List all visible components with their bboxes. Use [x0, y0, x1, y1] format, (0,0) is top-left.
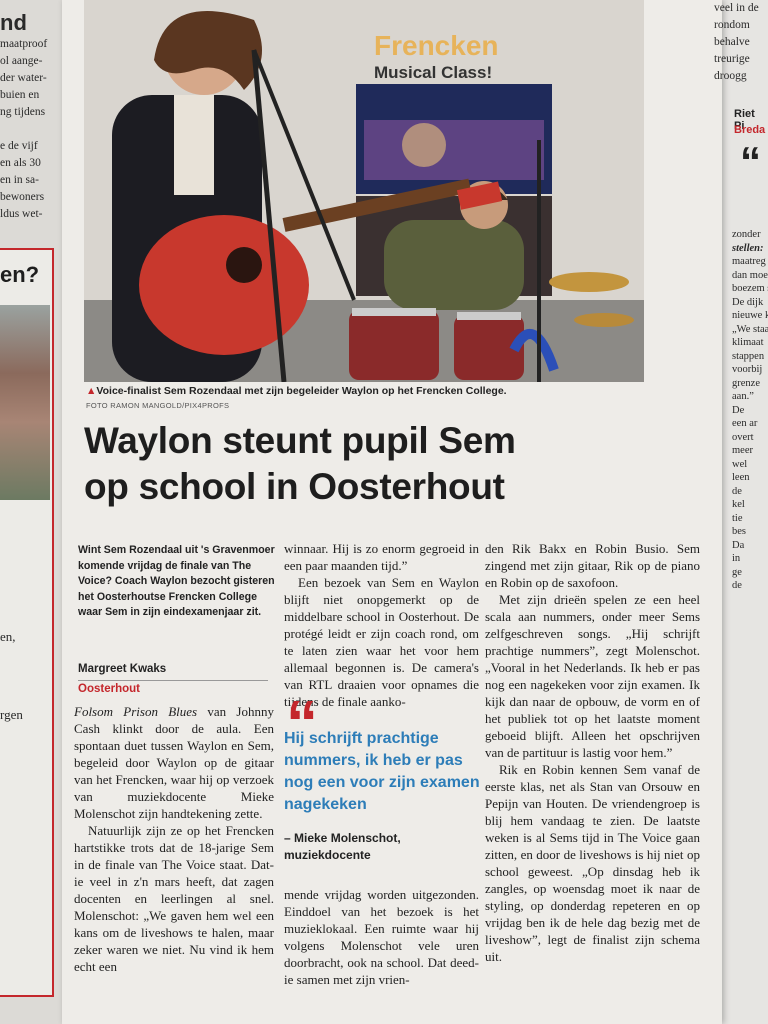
headline-line1: Waylon steunt pupil Sem: [84, 420, 516, 461]
right-line: „We staa: [732, 323, 768, 335]
right-line: overt: [732, 431, 754, 443]
left-photo: [0, 305, 50, 500]
photo-caption: ▲Voice-finalist Sem Rozendaal met zijn b…: [86, 385, 507, 397]
headline-line2: op school in Oosterhout: [84, 466, 505, 507]
right-line: kel: [732, 499, 745, 510]
left-line: der water-: [0, 72, 47, 84]
right-line: Da: [732, 539, 745, 551]
song-title: Folsom Prison Blues: [74, 704, 198, 719]
left-bottom-line: rgen: [0, 707, 23, 722]
left-line: e de vijf: [0, 140, 38, 152]
article-photo: Frencken Musical Class!: [84, 0, 644, 382]
author-rule: [78, 680, 268, 681]
banner-line1: Frencken: [374, 30, 499, 61]
column2-paragraph-1: winnaar. Hij is zo enorm gegroeid in een…: [284, 541, 479, 573]
caption-triangle-icon: ▲: [86, 385, 97, 397]
right-line: zonder: [732, 229, 761, 240]
article-column-1: Folsom Prison Blues van Johnny Cash klin…: [74, 703, 274, 975]
article-author: Margreet Kwaks: [78, 663, 167, 675]
right-line: in: [732, 553, 741, 564]
left-column: nd maatproof ol aange- der water- buien …: [0, 10, 47, 223]
left-line: en als 30: [0, 157, 41, 169]
left-gap: [0, 121, 47, 138]
article-intro: Wint Sem Rozendaal uit 's Gravenmoer kom…: [78, 544, 275, 619]
right-line: treurige: [714, 53, 750, 65]
left-line: ldus wet-: [0, 208, 43, 220]
right-line: behalve: [714, 36, 750, 48]
column2-paragraph-3: mende vrijdag worden uitgezonden. Einddo…: [284, 887, 479, 987]
right-line: klimaat: [732, 337, 764, 348]
right-byplace: Breda: [734, 124, 766, 136]
right-line: De dijk: [732, 296, 764, 308]
right-line: meer: [732, 445, 753, 456]
left-box-heading: en?: [0, 262, 40, 287]
right-line: ge: [732, 566, 742, 578]
right-line: stellen:: [732, 242, 764, 254]
article-column-2-bottom: mende vrijdag worden uitgezonden. Einddo…: [284, 886, 479, 988]
photo-credit: FOTO RAMON MANGOLD/PIX4PROFS: [86, 401, 230, 410]
right-line: veel in de: [714, 2, 759, 14]
left-line: ng tijdens: [0, 106, 46, 118]
article-headline: Waylon steunt pupil Sem op school in Oos…: [84, 418, 684, 510]
right-line: wel: [732, 458, 748, 470]
right-column-body: zonder stellen: maatreg dan moe boezem s…: [732, 228, 768, 593]
right-line: een ar: [732, 418, 758, 429]
right-line: leen: [732, 472, 750, 483]
right-column-top: veel in de rondom behalve treurige droog…: [714, 0, 759, 85]
right-line: nieuwe k: [732, 310, 768, 321]
left-line: buien en: [0, 89, 40, 101]
right-line: stappen: [732, 350, 765, 362]
right-line: grenze: [732, 377, 760, 389]
right-line: boezem s: [732, 283, 768, 294]
left-bottom-line: en,: [0, 629, 16, 644]
right-line: voorbij: [732, 364, 763, 375]
article-column-2-top: winnaar. Hij is zo enorm gegroeid in een…: [284, 540, 479, 710]
pull-quote: Hij schrijft prachtige nummers, ik heb e…: [284, 730, 480, 813]
paragraph-text: van Johnny Cash klinkt door de aula. Een…: [74, 704, 274, 821]
right-line: dan moe: [732, 269, 768, 281]
banner-line2: Musical Class!: [374, 63, 492, 82]
right-line: de: [732, 580, 742, 591]
right-line: bes: [732, 526, 746, 537]
right-line: aan.”: [732, 391, 754, 402]
column3-paragraph-3: Rik en Robin kennen Sem vanaf de eerste …: [485, 762, 700, 964]
right-quote-mark: “: [740, 138, 761, 185]
column3-paragraph-1: den Rik Bakx en Robin Busio. Sem zingend…: [485, 541, 700, 590]
left-line: en in sa-: [0, 174, 39, 186]
pull-quote-attribution: – Mieke Molenschot, muziekdocente: [284, 831, 401, 862]
right-line: maatreg: [732, 256, 766, 267]
caption-text: Voice-finalist Sem Rozendaal met zijn be…: [96, 385, 507, 397]
right-line: droogg: [714, 70, 747, 82]
right-line: rondom: [714, 19, 750, 31]
article-place: Oosterhout: [78, 683, 140, 695]
column1-paragraph-1: Folsom Prison Blues van Johnny Cash klin…: [74, 703, 274, 822]
right-line: de: [732, 485, 742, 497]
column3-paragraph-2: Met zijn drieën spelen ze een heel scala…: [485, 592, 700, 760]
article-column-3: den Rik Bakx en Robin Busio. Sem zingend…: [485, 540, 700, 965]
left-line: nd: [0, 10, 27, 35]
left-line: bewoners: [0, 191, 45, 203]
right-line: tie: [732, 512, 743, 524]
right-line: De: [732, 404, 745, 416]
left-line: ol aange-: [0, 55, 43, 67]
left-line: maatproof: [0, 38, 48, 50]
photo-illustration: Frencken Musical Class!: [84, 0, 644, 382]
column1-paragraph-2: Natuurlijk zijn ze op het Frencken harts…: [74, 823, 274, 974]
